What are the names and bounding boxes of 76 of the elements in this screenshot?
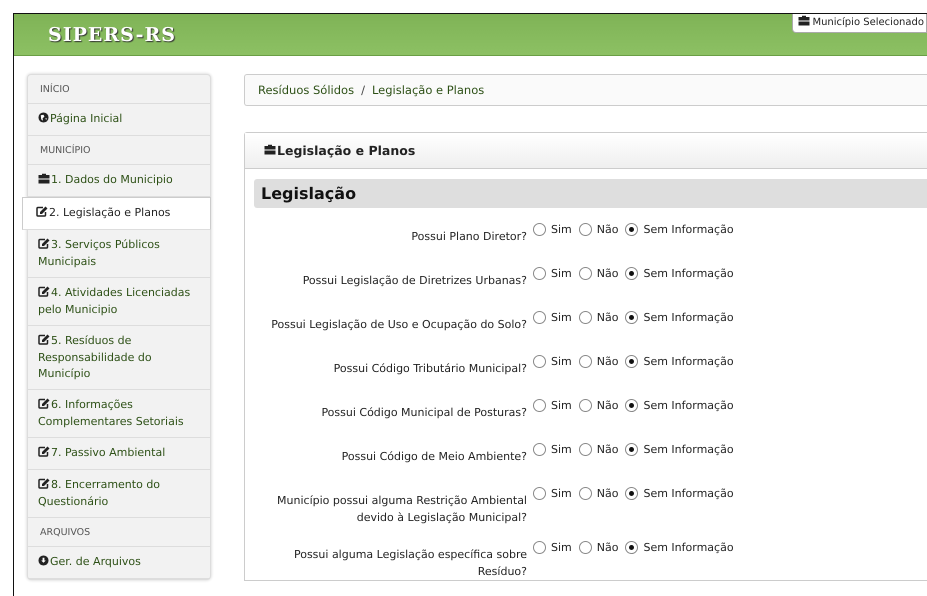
- radio-button[interactable]: [578, 267, 592, 280]
- option-label: Não: [596, 399, 618, 412]
- radio-button[interactable]: [578, 311, 592, 324]
- breadcrumb-link[interactable]: Legislação e Planos: [372, 83, 484, 97]
- sidebar-item[interactable]: 7. Passivo Ambiental: [28, 438, 210, 470]
- question-label: Possui Plano Diretor?: [410, 229, 527, 245]
- radio-button[interactable]: [625, 223, 638, 236]
- radio-button[interactable]: [533, 355, 546, 368]
- option-label: Sem Informação: [643, 541, 734, 554]
- radio-button[interactable]: [578, 223, 592, 236]
- option-label: Sem Informação: [643, 355, 734, 368]
- option-label: Sem Informação: [643, 487, 734, 500]
- sidebar-item[interactable]: 3. Serviços Públicos Municipais: [28, 230, 210, 278]
- question-label: Município possui alguma Restrição Ambiental devido à Legislação Municipal?: [276, 493, 527, 526]
- question-label: Possui Código de Meio Ambiente?: [340, 449, 527, 465]
- option-label: Não: [596, 267, 618, 280]
- radio-button[interactable]: [533, 311, 546, 324]
- radio-button[interactable]: [625, 487, 638, 500]
- sidebar-heading: INÍCIO: [28, 75, 210, 104]
- sidebar-heading: MUNICÍPIO: [28, 136, 210, 165]
- sidebar-heading: ARQUIVOS: [28, 518, 210, 547]
- option-label: Não: [596, 487, 618, 500]
- option-label: Sim: [551, 399, 572, 412]
- breadcrumb-link[interactable]: Resíduos Sólidos: [258, 83, 354, 97]
- option-label: Sim: [551, 267, 572, 280]
- sidebar-item[interactable]: 6. Informações Complementares Setoriais: [28, 390, 210, 438]
- option-label: Sem Informação: [643, 223, 734, 236]
- radio-button[interactable]: [625, 541, 638, 554]
- option-label: Sem Informação: [643, 399, 734, 412]
- radio-button[interactable]: [533, 443, 546, 456]
- sidebar-item[interactable]: 4. Atividades Licenciadas pelo Municipio: [28, 278, 210, 326]
- radio-button[interactable]: [625, 311, 638, 324]
- radio-button[interactable]: [625, 443, 638, 456]
- radio-button[interactable]: [625, 399, 638, 412]
- question-label: Possui Legislação de Diretrizes Urbanas?: [302, 273, 527, 289]
- option-label: Sim: [551, 355, 572, 368]
- question-label: Possui Código Tributário Municipal?: [332, 361, 527, 377]
- option-label: Sem Informação: [643, 443, 734, 456]
- radio-button[interactable]: [625, 355, 638, 368]
- option-label: Não: [596, 541, 618, 554]
- sidebar-item[interactable]: 8. Encerramento do Questionário: [28, 470, 210, 518]
- municipality-tab[interactable]: Município Selecionado: [792, 14, 927, 33]
- radio-button[interactable]: [533, 267, 546, 280]
- radio-button[interactable]: [625, 267, 638, 280]
- option-label: Sim: [551, 311, 572, 324]
- option-label: Sim: [551, 487, 572, 500]
- option-label: Não: [596, 355, 618, 368]
- logo: SIPERS-RS: [48, 24, 176, 46]
- radio-button[interactable]: [578, 355, 592, 368]
- radio-button[interactable]: [533, 541, 546, 554]
- municipality-label: Município Selecionado: [812, 16, 924, 28]
- option-label: Não: [596, 311, 618, 324]
- panel-title: Legislação e Planos: [277, 143, 416, 158]
- radio-button[interactable]: [578, 541, 592, 554]
- option-label: Sim: [551, 541, 572, 554]
- sidebar-item[interactable]: Ger. de Arquivos: [28, 547, 210, 579]
- radio-button[interactable]: [533, 223, 546, 236]
- question-label: Possui alguma Legislação específica sobre Resíduo?: [292, 547, 527, 580]
- question-label: Possui Legislação de Uso e Ocupação do Solo?: [270, 317, 527, 333]
- radio-button[interactable]: [533, 487, 546, 500]
- breadcrumb-separator: /: [361, 83, 365, 97]
- option-label: Não: [596, 223, 618, 236]
- sidebar-item[interactable]: Página Inicial: [28, 104, 210, 136]
- option-label: Sim: [551, 223, 572, 236]
- option-label: Sem Informação: [643, 267, 734, 280]
- radio-button[interactable]: [578, 399, 592, 412]
- option-label: Sem Informação: [643, 311, 734, 324]
- radio-button[interactable]: [578, 487, 592, 500]
- question-label: Possui Código Municipal de Posturas?: [320, 405, 527, 421]
- sidebar-item[interactable]: 2. Legislação e Planos: [22, 197, 211, 230]
- option-label: Sim: [551, 443, 572, 456]
- radio-button[interactable]: [533, 399, 546, 412]
- sidebar-item[interactable]: 5. Resíduos de Responsabilidade do Município: [28, 326, 210, 390]
- section-heading: Legislação: [254, 179, 927, 208]
- radio-button[interactable]: [578, 443, 592, 456]
- option-label: Não: [596, 443, 618, 456]
